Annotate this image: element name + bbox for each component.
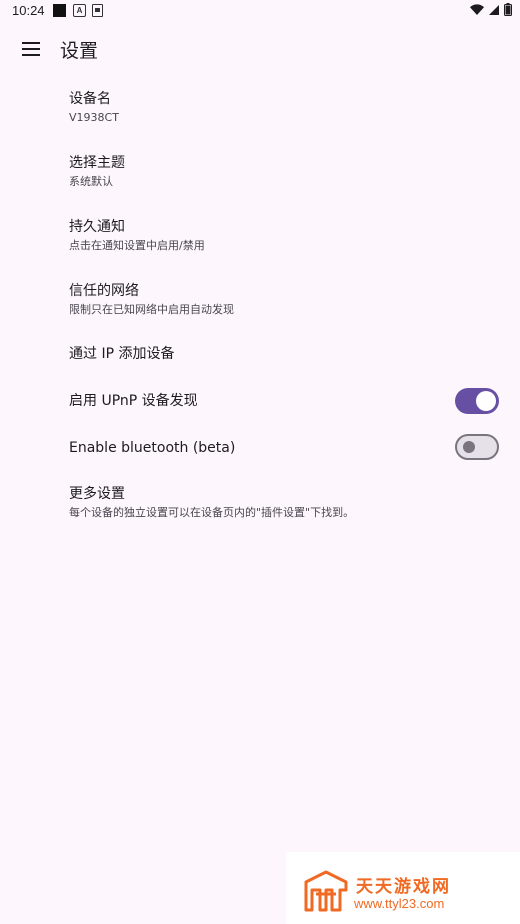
notification-sim-icon (92, 4, 103, 17)
pref-device-name[interactable]: 设备名 V1938CT (69, 90, 500, 126)
pref-title: 信任的网络 (69, 283, 139, 299)
pref-summary: 限制只在已知网络中启用自动发现 (69, 303, 234, 316)
pref-summary: V1938CT (69, 111, 119, 124)
pref-add-device-by-ip[interactable]: 通过 IP 添加设备 (69, 345, 500, 363)
upnp-switch[interactable] (455, 388, 499, 414)
pref-title: 通过 IP 添加设备 (69, 346, 175, 362)
battery-icon (504, 3, 512, 16)
pref-persistent-notification[interactable]: 持久通知 点击在通知设置中启用/禁用 (69, 218, 500, 254)
pref-bluetooth[interactable]: Enable bluetooth (beta) (69, 439, 430, 457)
pref-theme[interactable]: 选择主题 系统默认 (69, 154, 500, 190)
page-title: 设置 (60, 40, 99, 62)
watermark-logo-icon (304, 870, 348, 912)
status-bar: 10:24 A (0, 0, 520, 22)
pref-title: 选择主题 (69, 155, 125, 171)
status-time: 10:24 (12, 3, 45, 18)
pref-summary: 每个设备的独立设置可以在设备页内的"插件设置"下找到。 (69, 506, 355, 519)
watermark-logo-text: 天天游戏网 (356, 877, 451, 897)
wifi-icon (470, 3, 484, 15)
pref-title: 持久通知 (69, 219, 125, 235)
switch-thumb (476, 391, 496, 411)
pref-summary: 系统默认 (69, 175, 113, 188)
watermark: 天天游戏网 www.ttyl23.com (286, 852, 520, 924)
notification-app-icon (53, 4, 66, 17)
switch-thumb (463, 441, 475, 453)
menu-button[interactable] (14, 32, 48, 66)
pref-more-settings[interactable]: 更多设置 每个设备的独立设置可以在设备页内的"插件设置"下找到。 (69, 485, 500, 521)
bluetooth-switch[interactable] (455, 434, 499, 460)
pref-upnp-discovery[interactable]: 启用 UPnP 设备发现 (69, 392, 430, 410)
pref-title: Enable bluetooth (beta) (69, 440, 236, 456)
pref-title: 设备名 (69, 91, 111, 107)
pref-title: 更多设置 (69, 486, 125, 502)
pref-summary: 点击在通知设置中启用/禁用 (69, 239, 205, 252)
notification-a-icon: A (73, 4, 86, 17)
pref-title: 启用 UPnP 设备发现 (69, 393, 198, 409)
watermark-url: www.ttyl23.com (354, 896, 445, 911)
signal-icon (489, 4, 499, 15)
top-app-bar: 设置 (0, 24, 520, 74)
pref-trusted-networks[interactable]: 信任的网络 限制只在已知网络中启用自动发现 (69, 282, 500, 318)
menu-icon (22, 42, 40, 56)
status-indicators (470, 3, 512, 16)
